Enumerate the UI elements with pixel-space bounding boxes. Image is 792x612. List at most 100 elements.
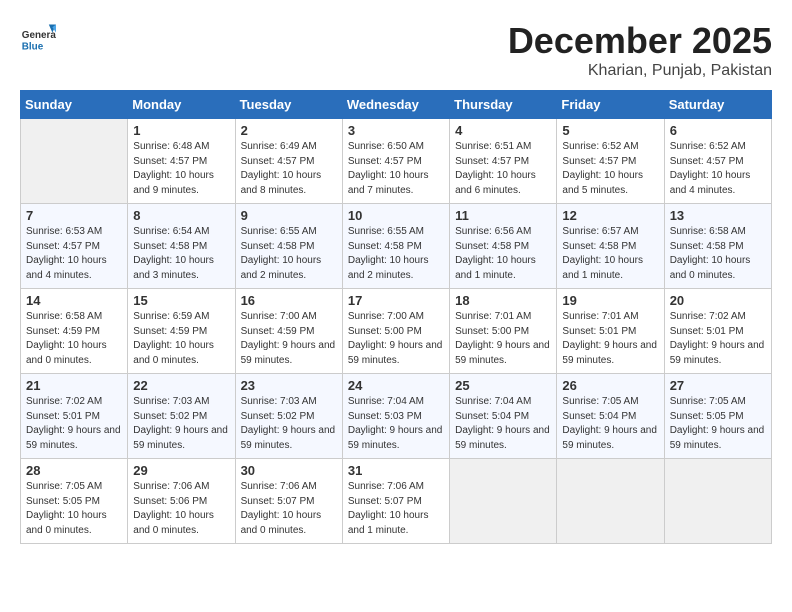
day-info: Sunrise: 6:50 AMSunset: 4:57 PMDaylight:… [348, 140, 444, 198]
day-info: Sunrise: 7:05 AMSunset: 5:04 PMDaylight:… [562, 395, 658, 453]
week-row-3: 14Sunrise: 6:58 AMSunset: 4:59 PMDayligh… [21, 289, 772, 374]
week-row-5: 28Sunrise: 7:05 AMSunset: 5:05 PMDayligh… [21, 459, 772, 544]
calendar-cell: 30 Sunrise: 7:06 AMSunset: 5:07 PMDayligh… [235, 459, 342, 544]
day-info: Sunrise: 7:00 AMSunset: 4:59 PMDaylight:… [241, 310, 337, 368]
day-info: Sunrise: 7:04 AMSunset: 5:04 PMDaylight:… [455, 395, 551, 453]
day-info: Sunrise: 7:02 AMSunset: 5:01 PMDaylight:… [670, 310, 766, 368]
day-number: 6 [670, 123, 766, 138]
day-info: Sunrise: 6:53 AMSunset: 4:57 PMDaylight:… [26, 225, 122, 283]
calendar-cell: 19 Sunrise: 7:01 AMSunset: 5:01 PMDayligh… [557, 289, 664, 374]
day-number: 8 [133, 208, 229, 223]
day-number: 7 [26, 208, 122, 223]
calendar-cell: 29 Sunrise: 7:06 AMSunset: 5:06 PMDayligh… [128, 459, 235, 544]
weekday-header-saturday: Saturday [664, 91, 771, 119]
day-info: Sunrise: 7:00 AMSunset: 5:00 PMDaylight:… [348, 310, 444, 368]
calendar-cell: 17Sunrise: 7:00 AMSunset: 5:00 PMDayligh… [342, 289, 449, 374]
day-info: Sunrise: 6:59 AMSunset: 4:59 PMDaylight:… [133, 310, 229, 368]
day-number: 29 [133, 463, 229, 478]
day-info: Sunrise: 7:05 AMSunset: 5:05 PMDaylight:… [670, 395, 766, 453]
calendar-cell [21, 119, 128, 204]
week-row-1: 1Sunrise: 6:48 AMSunset: 4:57 PMDaylight… [21, 119, 772, 204]
calendar-cell: 8 Sunrise: 6:54 AMSunset: 4:58 PMDaylight… [128, 204, 235, 289]
day-number: 18 [455, 293, 551, 308]
calendar-cell: 23 Sunrise: 7:03 AMSunset: 5:02 PMDayligh… [235, 374, 342, 459]
calendar-cell: 14Sunrise: 6:58 AMSunset: 4:59 PMDayligh… [21, 289, 128, 374]
day-number: 12 [562, 208, 658, 223]
day-number: 24 [348, 378, 444, 393]
calendar-cell [557, 459, 664, 544]
day-info: Sunrise: 7:01 AMSunset: 5:01 PMDaylight:… [562, 310, 658, 368]
calendar-cell: 2 Sunrise: 6:49 AMSunset: 4:57 PMDaylight… [235, 119, 342, 204]
day-number: 22 [133, 378, 229, 393]
day-number: 11 [455, 208, 551, 223]
day-number: 25 [455, 378, 551, 393]
day-number: 14 [26, 293, 122, 308]
month-title: December 2025 [508, 20, 772, 62]
day-number: 4 [455, 123, 551, 138]
day-number: 30 [241, 463, 337, 478]
calendar-cell: 5Sunrise: 6:52 AMSunset: 4:57 PMDaylight… [557, 119, 664, 204]
day-info: Sunrise: 6:56 AMSunset: 4:58 PMDaylight:… [455, 225, 551, 283]
calendar-cell: 26 Sunrise: 7:05 AMSunset: 5:04 PMDayligh… [557, 374, 664, 459]
calendar-cell: 9 Sunrise: 6:55 AMSunset: 4:58 PMDaylight… [235, 204, 342, 289]
day-number: 9 [241, 208, 337, 223]
day-number: 16 [241, 293, 337, 308]
calendar-cell: 11 Sunrise: 6:56 AMSunset: 4:58 PMDayligh… [450, 204, 557, 289]
day-number: 21 [26, 378, 122, 393]
weekday-header-thursday: Thursday [450, 91, 557, 119]
calendar-table: SundayMondayTuesdayWednesdayThursdayFrid… [20, 90, 772, 544]
day-info: Sunrise: 7:01 AMSunset: 5:00 PMDaylight:… [455, 310, 551, 368]
week-row-4: 21Sunrise: 7:02 AMSunset: 5:01 PMDayligh… [21, 374, 772, 459]
day-number: 28 [26, 463, 122, 478]
day-info: Sunrise: 6:55 AMSunset: 4:58 PMDaylight:… [348, 225, 444, 283]
day-number: 19 [562, 293, 658, 308]
location: Kharian, Punjab, Pakistan [508, 62, 772, 80]
calendar-cell: 7 Sunrise: 6:53 AMSunset: 4:57 PMDaylight… [21, 204, 128, 289]
day-number: 20 [670, 293, 766, 308]
day-info: Sunrise: 6:58 AMSunset: 4:58 PMDaylight:… [670, 225, 766, 283]
weekday-header-tuesday: Tuesday [235, 91, 342, 119]
week-row-2: 7 Sunrise: 6:53 AMSunset: 4:57 PMDaylight… [21, 204, 772, 289]
calendar-cell: 22 Sunrise: 7:03 AMSunset: 5:02 PMDayligh… [128, 374, 235, 459]
calendar-cell: 10Sunrise: 6:55 AMSunset: 4:58 PMDayligh… [342, 204, 449, 289]
weekday-header-row: SundayMondayTuesdayWednesdayThursdayFrid… [21, 91, 772, 119]
weekday-header-friday: Friday [557, 91, 664, 119]
day-info: Sunrise: 7:06 AMSunset: 5:07 PMDaylight:… [241, 480, 337, 538]
day-info: Sunrise: 6:52 AMSunset: 4:57 PMDaylight:… [562, 140, 658, 198]
calendar-cell: 12 Sunrise: 6:57 AMSunset: 4:58 PMDayligh… [557, 204, 664, 289]
calendar-cell: 28Sunrise: 7:05 AMSunset: 5:05 PMDayligh… [21, 459, 128, 544]
calendar-cell: 1Sunrise: 6:48 AMSunset: 4:57 PMDaylight… [128, 119, 235, 204]
calendar-cell: 24Sunrise: 7:04 AMSunset: 5:03 PMDayligh… [342, 374, 449, 459]
day-info: Sunrise: 6:49 AMSunset: 4:57 PMDaylight:… [241, 140, 337, 198]
day-number: 23 [241, 378, 337, 393]
day-info: Sunrise: 7:06 AMSunset: 5:07 PMDaylight:… [348, 480, 444, 538]
day-number: 13 [670, 208, 766, 223]
weekday-header-wednesday: Wednesday [342, 91, 449, 119]
calendar-cell: 6Sunrise: 6:52 AMSunset: 4:57 PMDaylight… [664, 119, 771, 204]
day-info: Sunrise: 6:55 AMSunset: 4:58 PMDaylight:… [241, 225, 337, 283]
logo-icon: General Blue [20, 20, 56, 56]
svg-text:Blue: Blue [22, 42, 44, 53]
day-info: Sunrise: 6:57 AMSunset: 4:58 PMDaylight:… [562, 225, 658, 283]
title-area: December 2025 Kharian, Punjab, Pakistan [508, 20, 772, 80]
day-number: 3 [348, 123, 444, 138]
day-info: Sunrise: 7:03 AMSunset: 5:02 PMDaylight:… [133, 395, 229, 453]
calendar-cell: 25 Sunrise: 7:04 AMSunset: 5:04 PMDayligh… [450, 374, 557, 459]
day-info: Sunrise: 6:54 AMSunset: 4:58 PMDaylight:… [133, 225, 229, 283]
calendar-cell [450, 459, 557, 544]
calendar-cell: 3 Sunrise: 6:50 AMSunset: 4:57 PMDaylight… [342, 119, 449, 204]
calendar-cell [664, 459, 771, 544]
calendar-cell: 27Sunrise: 7:05 AMSunset: 5:05 PMDayligh… [664, 374, 771, 459]
day-number: 2 [241, 123, 337, 138]
weekday-header-sunday: Sunday [21, 91, 128, 119]
calendar-cell: 18 Sunrise: 7:01 AMSunset: 5:00 PMDayligh… [450, 289, 557, 374]
day-info: Sunrise: 7:03 AMSunset: 5:02 PMDaylight:… [241, 395, 337, 453]
calendar-cell: 16 Sunrise: 7:00 AMSunset: 4:59 PMDayligh… [235, 289, 342, 374]
day-number: 31 [348, 463, 444, 478]
calendar-cell: 15Sunrise: 6:59 AMSunset: 4:59 PMDayligh… [128, 289, 235, 374]
calendar-cell: 4 Sunrise: 6:51 AMSunset: 4:57 PMDaylight… [450, 119, 557, 204]
day-info: Sunrise: 6:51 AMSunset: 4:57 PMDaylight:… [455, 140, 551, 198]
day-number: 26 [562, 378, 658, 393]
day-info: Sunrise: 7:06 AMSunset: 5:06 PMDaylight:… [133, 480, 229, 538]
logo: General Blue [20, 20, 60, 56]
